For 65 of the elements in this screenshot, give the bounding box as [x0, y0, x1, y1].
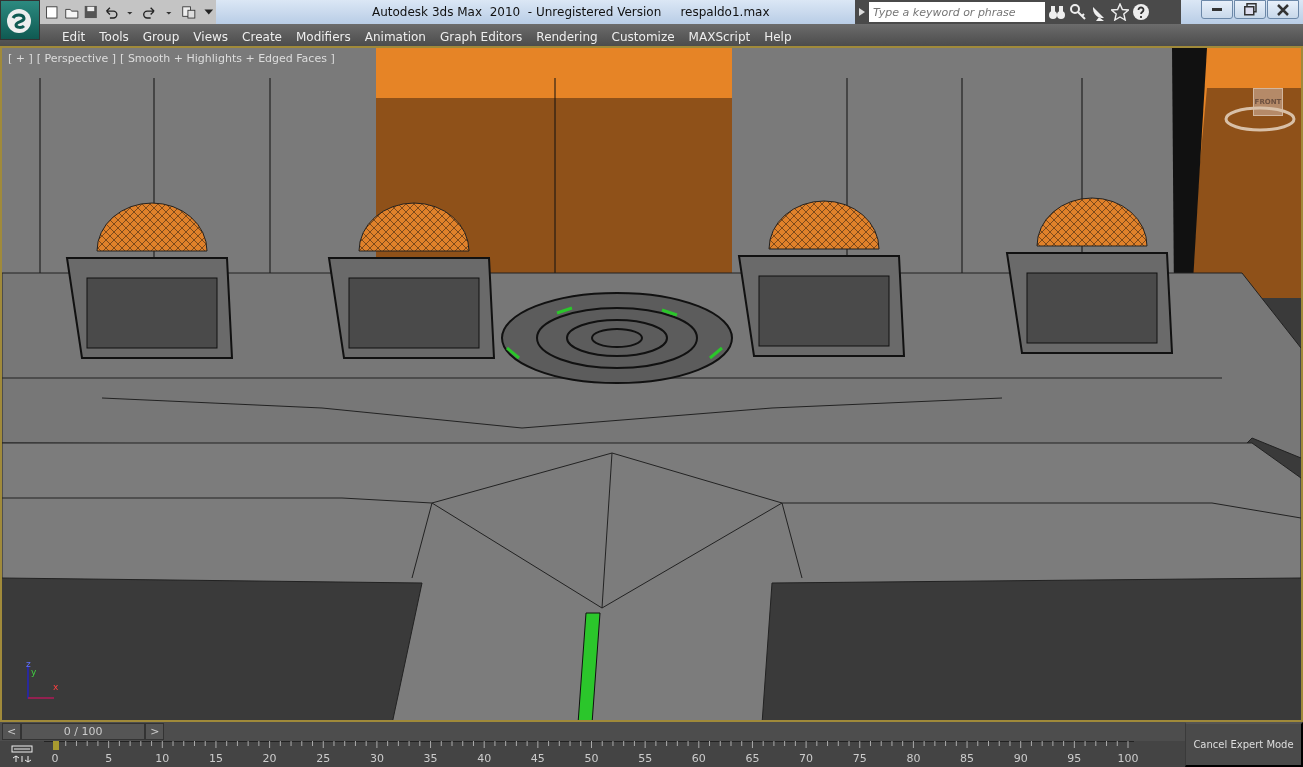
- frame-tick-label: 75: [852, 751, 867, 767]
- frame-tick-label: 45: [530, 751, 545, 767]
- frame-tick-label: 25: [316, 751, 331, 767]
- frame-tick-label: 20: [262, 751, 277, 767]
- frame-tick-label: 50: [584, 751, 599, 767]
- frame-tick-label: 60: [691, 751, 706, 767]
- previous-frame-button[interactable]: <: [2, 723, 22, 740]
- frame-tick-label: 35: [423, 751, 438, 767]
- menu-item[interactable]: Create: [235, 24, 289, 46]
- frame-tick-label: 30: [369, 751, 384, 767]
- menu-item[interactable]: Tools: [92, 24, 136, 46]
- help-icon[interactable]: [1132, 3, 1150, 21]
- frame-tick-label: 80: [906, 751, 921, 767]
- axis-label: x: [53, 683, 59, 692]
- frame-tick-label: 95: [1067, 751, 1082, 767]
- viewport-label[interactable]: [ Perspective ]: [36, 51, 117, 68]
- curve-editor-icon[interactable]: [10, 744, 34, 764]
- cancel-expert-mode-button[interactable]: Cancel Expert Mode: [1185, 722, 1303, 767]
- minimize-button[interactable]: [1201, 0, 1233, 19]
- menu-item[interactable]: Help: [757, 24, 799, 46]
- frame-tick-label: 90: [1013, 751, 1028, 767]
- menu-item[interactable]: Group: [135, 24, 187, 46]
- frame-tick-label: 70: [799, 751, 814, 767]
- menu-item[interactable]: Edit: [55, 24, 93, 46]
- menu-item[interactable]: Rendering: [529, 24, 605, 46]
- frame-tick-label: 55: [638, 751, 653, 767]
- search-field[interactable]: Type a keyword or phrase: [869, 2, 1045, 22]
- project-folder-icon[interactable]: [180, 3, 197, 21]
- key-icon[interactable]: [1069, 3, 1087, 21]
- frame-tick-label: 15: [208, 751, 223, 767]
- frame-tick-label: 0: [51, 751, 59, 767]
- time-slider-thumb[interactable]: 0 / 100: [21, 723, 146, 740]
- frame-tick-label: 40: [477, 751, 492, 767]
- expand-icon[interactable]: [858, 7, 866, 17]
- next-frame-button[interactable]: >: [145, 723, 165, 740]
- viewport-label[interactable]: [ + ]: [8, 51, 33, 68]
- restore-button[interactable]: [1234, 0, 1266, 19]
- menu-item[interactable]: Animation: [357, 24, 433, 46]
- compass-ring-icon[interactable]: [1223, 104, 1297, 134]
- menu-item[interactable]: MAXScript: [681, 24, 758, 46]
- menu-item[interactable]: Modifiers: [288, 24, 358, 46]
- restore-icon: [1243, 3, 1257, 16]
- new-file-icon[interactable]: [44, 3, 60, 21]
- frame-tick-label: 10: [155, 751, 170, 767]
- frame-tick-label: 5: [105, 751, 113, 767]
- close-icon: [1277, 3, 1289, 16]
- star-icon[interactable]: [1111, 3, 1129, 21]
- close-button[interactable]: [1267, 0, 1299, 19]
- current-frame-marker[interactable]: [53, 741, 59, 750]
- menu-item[interactable]: Views: [186, 24, 236, 46]
- frame-tick-label: 85: [960, 751, 975, 767]
- axis-label: z: [26, 660, 31, 669]
- minimize-icon: [1212, 8, 1222, 11]
- menu-item[interactable]: Graph Editors: [432, 24, 530, 46]
- app-menu-button[interactable]: [0, 0, 40, 40]
- window-title: Autodesk 3ds Max 2010 - Unregistered Version: [372, 5, 662, 19]
- app-logo: [4, 6, 34, 36]
- binoculars-icon[interactable]: [1048, 3, 1066, 21]
- menu-item[interactable]: Customize: [604, 24, 682, 46]
- save-icon[interactable]: [83, 3, 99, 21]
- frame-tick-label: 65: [745, 751, 760, 767]
- frame-tick-label: 100: [1117, 751, 1139, 767]
- axis-label: y: [31, 668, 37, 677]
- file-name: respaldo1.max: [680, 5, 770, 19]
- viewport-label[interactable]: [ Smooth + Highlights + Edged Faces ]: [120, 51, 335, 68]
